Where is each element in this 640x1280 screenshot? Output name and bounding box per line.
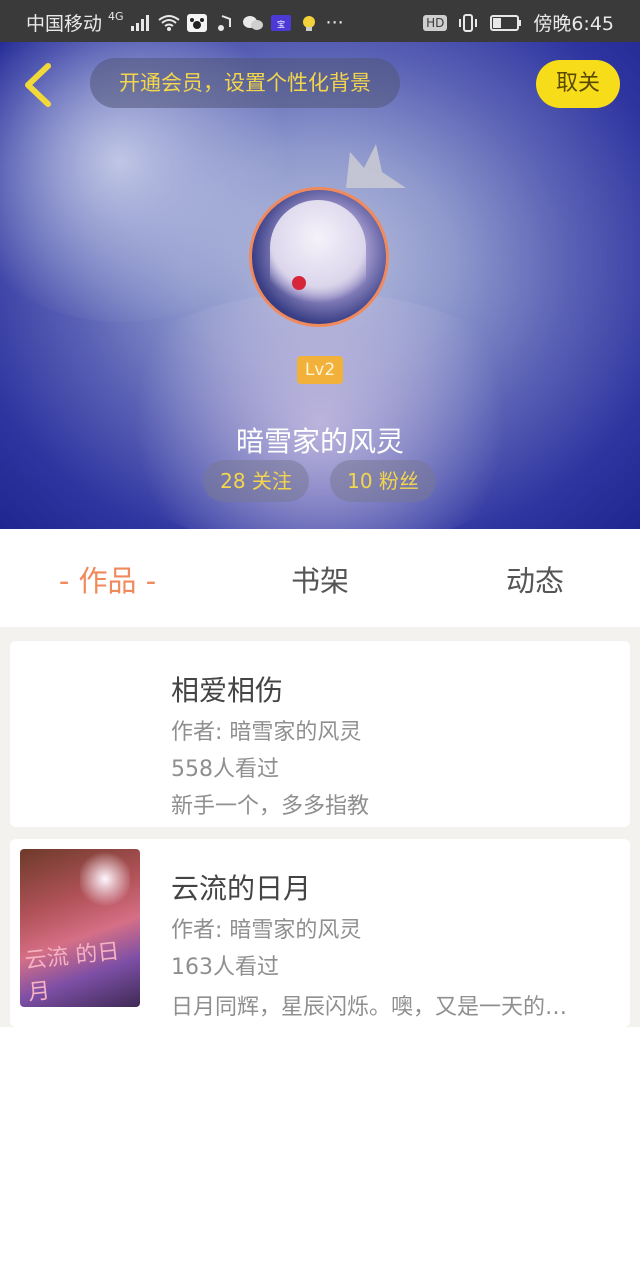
avatar-figure <box>270 200 366 310</box>
wechat-icon <box>242 15 263 30</box>
status-bar: 中国移动 4G 宝 ··· HD 傍晚6:45 <box>0 0 640 42</box>
profile-header: 开通会员，设置个性化背景 取关 Lv2 暗雪家的风灵 28 关注 10 粉丝 <box>0 42 640 529</box>
network-label: 4G <box>108 10 124 23</box>
taobao-icon: 宝 <box>270 14 291 31</box>
music-app-icon <box>217 14 231 31</box>
book-views: 558人看过 <box>171 757 279 782</box>
cover-light <box>80 849 130 909</box>
following-count-button[interactable]: 28 关注 <box>203 460 309 502</box>
fans-count-button[interactable]: 10 粉丝 <box>330 460 436 502</box>
book-title: 相爱相伤 <box>171 674 284 707</box>
chevron-left-icon[interactable] <box>20 60 60 110</box>
profile-tabs: - 作品 - 书架 动态 <box>0 529 640 627</box>
status-right: HD 傍晚6:45 <box>423 9 614 36</box>
book-author: 作者: 暗雪家的风灵 <box>171 918 362 943</box>
list-item[interactable]: 云流 的日月 云流的日月 作者: 暗雪家的风灵 163人看过 日月同辉，星辰闪烁… <box>10 839 630 1027</box>
avatar[interactable] <box>249 187 389 327</box>
tab-works[interactable]: - 作品 - <box>40 529 175 627</box>
signal-icon <box>130 14 149 31</box>
background-glow <box>90 292 550 529</box>
cover-title: 云流 的日月 <box>23 939 121 1006</box>
vip-background-button[interactable]: 开通会员，设置个性化背景 <box>90 58 400 108</box>
avatar-image <box>249 187 389 327</box>
book-description: 日月同辉，星辰闪烁。噢，又是一天的… <box>171 995 568 1020</box>
list-item[interactable]: 相爱相伤 作者: 暗雪家的风灵 558人看过 新手一个，多多指教 <box>10 641 630 827</box>
carrier-label: 中国移动 <box>26 13 103 35</box>
tab-activity[interactable]: 动态 <box>475 529 595 627</box>
hd-badge: HD <box>423 14 448 31</box>
book-description: 新手一个，多多指教 <box>171 794 370 819</box>
battery-icon <box>490 14 522 31</box>
username: 暗雪家的风灵 <box>235 425 404 458</box>
level-badge: Lv2 <box>297 356 343 384</box>
avatar-rose <box>292 276 306 290</box>
status-left: 中国移动 4G 宝 ··· <box>26 9 344 36</box>
unfollow-button[interactable]: 取关 <box>536 60 620 108</box>
more-notifications: ··· <box>325 11 344 34</box>
svg-text:宝: 宝 <box>277 19 285 29</box>
wifi-icon <box>157 14 180 31</box>
book-cover: 云流 的日月 <box>20 849 140 1007</box>
book-author: 作者: 暗雪家的风灵 <box>171 720 362 745</box>
book-title: 云流的日月 <box>171 872 312 905</box>
bulb-icon <box>302 15 315 31</box>
vibrate-icon <box>459 13 478 32</box>
clock: 傍晚6:45 <box>533 13 614 35</box>
book-views: 163人看过 <box>171 955 279 980</box>
tab-bookshelf[interactable]: 书架 <box>260 529 380 627</box>
paw-app-icon <box>186 13 207 32</box>
